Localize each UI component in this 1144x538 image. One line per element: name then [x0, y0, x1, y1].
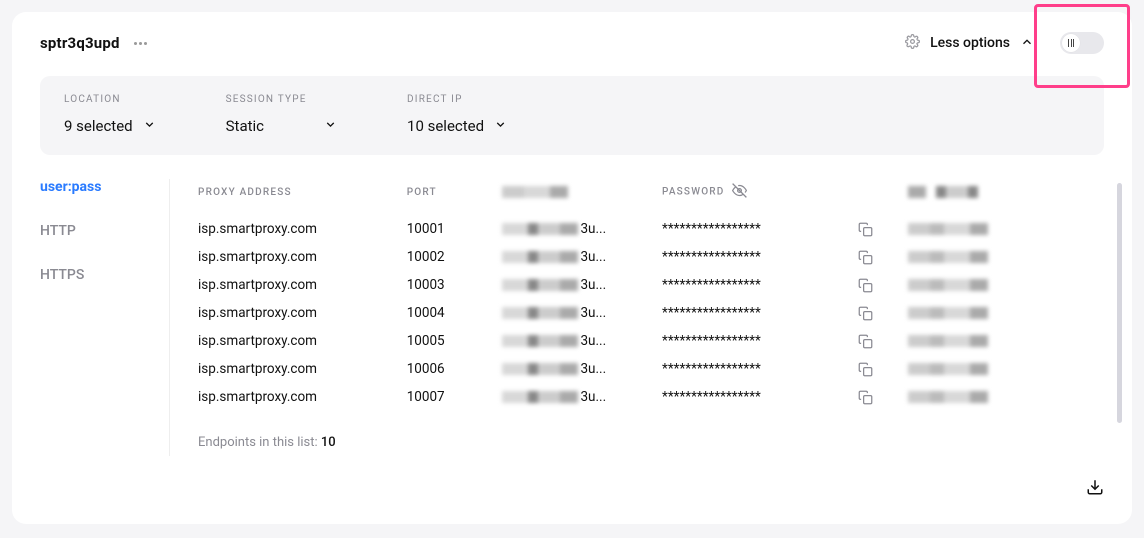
cell-user: 3u...: [502, 327, 662, 355]
eye-off-icon[interactable]: [732, 190, 747, 201]
session-select[interactable]: Static: [226, 117, 337, 135]
chevron-down-icon: [324, 117, 337, 135]
tab-userpass[interactable]: user:pass: [40, 179, 149, 209]
copy-icon[interactable]: [858, 250, 897, 265]
cell-extra: [908, 215, 1104, 243]
cell-port: 10002: [407, 243, 503, 271]
view-toggle[interactable]: [1060, 32, 1104, 54]
cell-password: *****************: [662, 355, 858, 383]
th-proxy-address: PROXY ADDRESS: [198, 179, 407, 215]
cell-port: 10004: [407, 299, 503, 327]
copy-icon[interactable]: [858, 334, 897, 349]
cell-addr: isp.smartproxy.com: [198, 327, 407, 355]
th-password: PASSWORD: [662, 179, 858, 215]
chevron-up-icon[interactable]: [1020, 34, 1034, 53]
directip-label: DIRECT IP: [407, 94, 507, 105]
blurred-header: [908, 186, 978, 198]
blurred-header: [502, 186, 568, 198]
cell-password: *****************: [662, 243, 858, 271]
location-value: 9 selected: [64, 117, 133, 135]
th-extra: [908, 179, 1104, 215]
less-options-button[interactable]: Less options: [930, 35, 1010, 51]
table-row: isp.smartproxy.com100033u...************…: [198, 271, 1104, 299]
cell-port: 10003: [407, 271, 503, 299]
copy-icon[interactable]: [858, 390, 897, 405]
location-label: LOCATION: [64, 94, 156, 105]
cell-extra: [908, 299, 1104, 327]
cell-extra: [908, 327, 1104, 355]
cell-password: *****************: [662, 383, 858, 411]
cell-user: 3u...: [502, 355, 662, 383]
table-row: isp.smartproxy.com100013u...************…: [198, 215, 1104, 243]
top-bar: sptr3q3upd Less options: [40, 32, 1104, 54]
settings-panel: sptr3q3upd Less options: [12, 12, 1132, 524]
cell-addr: isp.smartproxy.com: [198, 215, 407, 243]
copy-icon[interactable]: [858, 306, 897, 321]
cell-port: 10007: [407, 383, 503, 411]
cell-addr: isp.smartproxy.com: [198, 243, 407, 271]
cell-password: *****************: [662, 215, 858, 243]
table-row: isp.smartproxy.com100053u...************…: [198, 327, 1104, 355]
copy-icon[interactable]: [858, 278, 897, 293]
copy-icon[interactable]: [858, 362, 897, 377]
session-value: Static: [226, 117, 264, 135]
cell-extra: [908, 243, 1104, 271]
cell-port: 10005: [407, 327, 503, 355]
copy-icon[interactable]: [858, 222, 897, 237]
table-row: isp.smartproxy.com100023u...************…: [198, 243, 1104, 271]
cell-extra: [908, 383, 1104, 411]
cell-user: 3u...: [502, 243, 662, 271]
gear-icon[interactable]: [905, 34, 920, 53]
cell-password: *****************: [662, 299, 858, 327]
session-label: SESSION TYPE: [226, 94, 337, 105]
cell-password: *****************: [662, 327, 858, 355]
download-icon[interactable]: [1086, 478, 1104, 500]
table-row: isp.smartproxy.com100073u...************…: [198, 383, 1104, 411]
more-icon[interactable]: [134, 42, 147, 45]
cell-user: 3u...: [502, 215, 662, 243]
chevron-down-icon: [143, 117, 156, 135]
cell-user: 3u...: [502, 383, 662, 411]
tab-https[interactable]: HTTPS: [40, 253, 149, 297]
cell-addr: isp.smartproxy.com: [198, 355, 407, 383]
cell-addr: isp.smartproxy.com: [198, 383, 407, 411]
endpoints-table: PROXY ADDRESS PORT PASSWORD: [198, 179, 1104, 456]
cell-addr: isp.smartproxy.com: [198, 299, 407, 327]
page-title: sptr3q3upd: [40, 34, 120, 52]
th-port: PORT: [407, 179, 503, 215]
cell-user: 3u...: [502, 271, 662, 299]
directip-value: 10 selected: [407, 117, 484, 135]
table-row: isp.smartproxy.com100043u...************…: [198, 299, 1104, 327]
th-user: [502, 179, 662, 215]
cell-password: *****************: [662, 271, 858, 299]
table-row: isp.smartproxy.com100063u...************…: [198, 355, 1104, 383]
cell-extra: [908, 271, 1104, 299]
filter-bar: LOCATION 9 selected SESSION TYPE Static …: [40, 76, 1104, 155]
cell-extra: [908, 355, 1104, 383]
cell-port: 10006: [407, 355, 503, 383]
cell-port: 10001: [407, 215, 503, 243]
cell-user: 3u...: [502, 299, 662, 327]
directip-select[interactable]: 10 selected: [407, 117, 507, 135]
chevron-down-icon: [494, 117, 507, 135]
tab-http[interactable]: HTTP: [40, 209, 149, 253]
scrollbar[interactable]: [1117, 183, 1122, 423]
location-select[interactable]: 9 selected: [64, 117, 156, 135]
list-footer: Endpoints in this list: 10: [198, 411, 1104, 456]
cell-addr: isp.smartproxy.com: [198, 271, 407, 299]
auth-tabs: user:pass HTTP HTTPS: [40, 179, 170, 456]
